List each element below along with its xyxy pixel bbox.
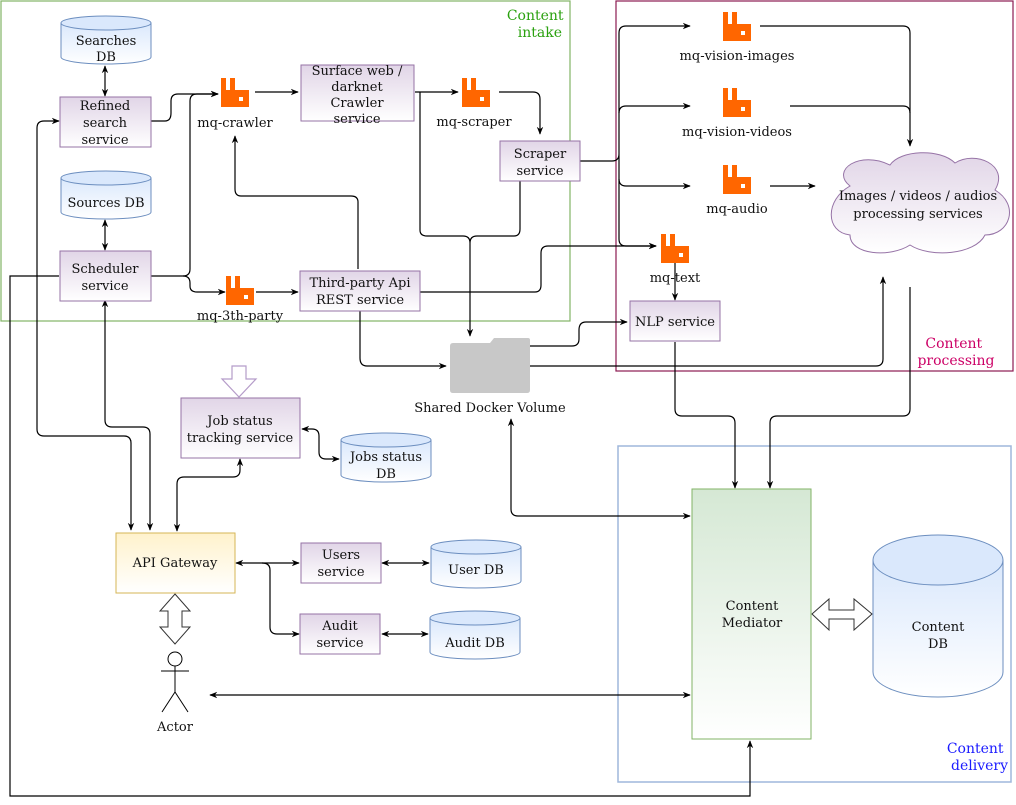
actor[interactable]: Actor [156,651,194,735]
edge-scheduler-gateway [101,299,154,531]
edge-volume-nlp [530,318,628,347]
rabbitmq-icon [723,12,751,41]
svg-text:mq-crawler: mq-crawler [197,116,273,131]
edge-scraper-branch [580,153,620,168]
edge-thirdparty-mqtext [418,242,657,293]
queue-mq-3th-party[interactable]: mq-3th-party [197,276,284,324]
refined-search-service[interactable]: Refined search service [59,96,152,148]
nlp-service[interactable]: NLP service [629,300,721,342]
edge-scraper-mqvisionimages [618,22,691,154]
svg-text:API Gateway: API Gateway [132,556,218,571]
edge-scraper-mqtext [618,179,657,250]
svg-text:Shared Docker Volume: Shared Docker Volume [414,401,566,416]
queue-mq-audio[interactable]: mq-audio [706,165,768,217]
incoming-arrow-icon [220,365,258,398]
svg-text:Sources DB: Sources DB [67,196,144,211]
database-content[interactable]: Content DB [872,534,1004,698]
third-party-api-service[interactable]: Third-party Api REST service [299,270,421,312]
scheduler-service[interactable]: Scheduler service [59,250,152,302]
edge-gateway-audit [261,562,300,638]
rabbitmq-icon [723,88,751,117]
svg-text:NLP service: NLP service [635,315,715,330]
audit-service[interactable]: Audit service [299,613,381,655]
database-audit[interactable]: Audit DB [429,610,521,660]
edge-scheduler-mq3thparty [182,275,226,296]
svg-text:Audit DB: Audit DB [444,636,505,651]
group-label-intake: Content intake [507,8,568,41]
database-user[interactable]: User DB [430,539,522,589]
media-processing-services[interactable]: Images / videos / audios processing servi… [830,152,1010,254]
api-gateway[interactable]: API Gateway [115,532,236,594]
edge-jobstatus-gateway [173,458,244,532]
edge-scraper-mqaudio [618,168,691,190]
architecture-diagram: Content intake Content processing Conten… [0,0,1014,797]
queue-mq-scraper[interactable]: mq-scraper [436,78,512,130]
edge-scraper-mqvisionvideos [618,102,691,114]
svg-text:User DB: User DB [448,563,504,578]
bidirectional-arrow-icon [811,597,873,632]
svg-text:mq-text: mq-text [650,271,701,286]
shared-docker-volume[interactable]: Shared Docker Volume [414,338,566,416]
scraper-service[interactable]: Scraper service [499,140,581,182]
database-jobs-status[interactable]: Jobs status DB [340,432,432,483]
crawler-service[interactable]: Surface web / darknet Crawler service [300,64,415,127]
edge-thirdparty-mqcrawler [231,135,359,269]
svg-text:mq-vision-videos: mq-vision-videos [682,125,792,140]
database-searches[interactable]: Searches DB [60,15,152,65]
folder-icon [450,338,530,393]
queue-mq-crawler[interactable]: mq-crawler [197,78,274,131]
rabbitmq-icon [226,276,254,305]
edge-nlp-mediator [674,342,739,489]
svg-text:mq-scraper: mq-scraper [436,115,512,130]
group-label-processing: Content processing [917,336,994,369]
rabbitmq-icon [221,78,249,107]
users-service[interactable]: Users service [300,542,382,584]
svg-text:mq-vision-images: mq-vision-images [680,49,795,64]
svg-text:mq-3th-party: mq-3th-party [197,309,284,324]
content-mediator[interactable]: Content Mediator [691,488,812,740]
rabbitmq-icon [723,165,751,194]
svg-text:Refinedsearchservice: Refined search service [80,99,131,148]
rabbitmq-icon [462,78,490,107]
queue-mq-text[interactable]: mq-text [650,234,701,286]
edge-thirdparty-volume [359,310,447,370]
queue-mq-vision-images[interactable]: mq-vision-images [680,12,795,64]
edge-jobstatus-jobsdb [301,425,340,463]
bidirectional-arrow-icon [158,593,192,645]
edge-media-mediator [766,287,911,489]
edge-volume-mediator [507,418,691,520]
job-status-tracking-service[interactable]: Job status tracking service [180,397,301,459]
queue-mq-vision-videos[interactable]: mq-vision-videos [682,88,792,140]
svg-text:mq-audio: mq-audio [706,202,768,217]
group-label-delivery: Content delivery [947,741,1008,774]
database-sources[interactable]: Sources DB [60,170,152,220]
rabbitmq-icon [661,234,689,263]
edge-mqvisionvideos-media [790,105,911,114]
svg-text:Actor: Actor [156,720,194,735]
